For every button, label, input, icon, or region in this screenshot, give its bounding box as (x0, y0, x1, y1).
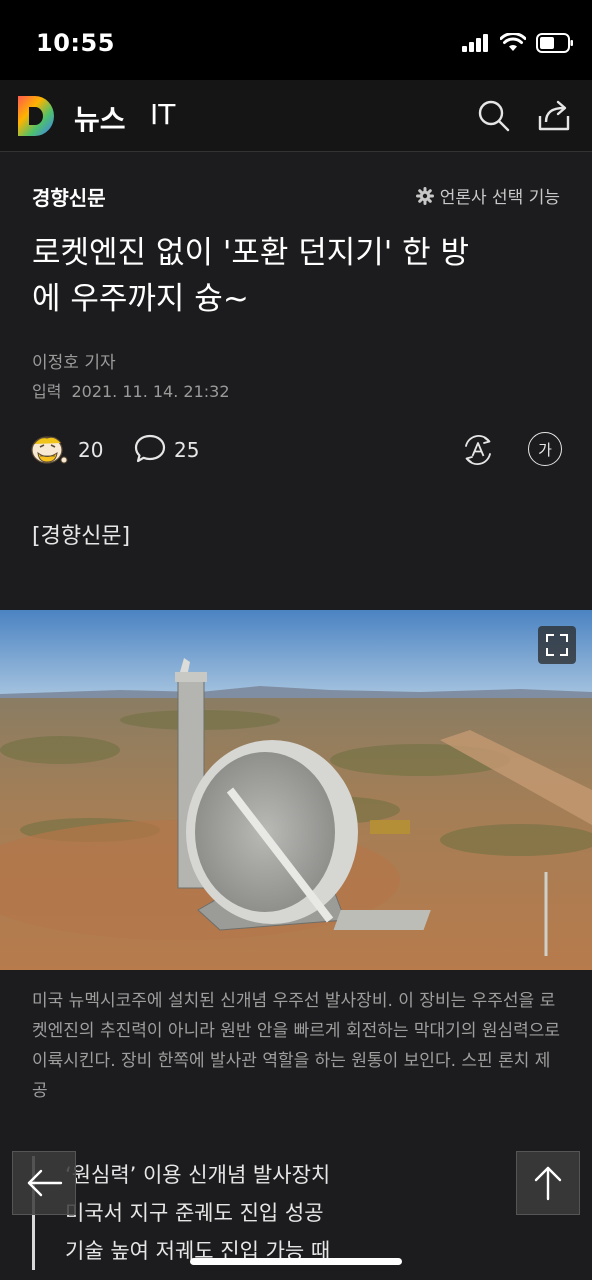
battery-icon (536, 33, 573, 53)
press-select-label: 언론사 선택 기능 (439, 188, 560, 208)
photo-caption: 미국 뉴멕시코주에 설치된 신개념 우주선 발사장비. 이 장비는 우주선을 로… (32, 991, 561, 1101)
scroll-top-button[interactable] (516, 1151, 580, 1215)
reaction-icon[interactable] (30, 432, 68, 468)
headline-line-2: 에 우주까지 슝~ (32, 281, 249, 317)
article-photo[interactable] (0, 610, 592, 970)
status-time: 10:55 (36, 29, 115, 57)
nav-title[interactable]: 뉴스 (74, 98, 126, 138)
daum-logo[interactable] (18, 96, 56, 136)
share-icon[interactable] (534, 96, 574, 136)
back-arrow-icon (27, 1169, 63, 1197)
press-select-button[interactable]: 언론사 선택 기능 (415, 183, 560, 208)
headline-line-1: 로켓엔진 없이 '포환 던지기' 한 방 (32, 235, 470, 271)
search-icon[interactable] (474, 96, 514, 136)
top-navigation: 뉴스 IT (0, 80, 592, 152)
headline: 로켓엔진 없이 '포환 던지기' 한 방 에 우주까지 슝~ (32, 230, 562, 322)
comment-count[interactable]: 25 (174, 438, 199, 462)
back-button[interactable] (12, 1151, 76, 1215)
expand-image-button[interactable] (538, 626, 576, 664)
home-indicator[interactable] (190, 1258, 402, 1265)
signal-icon (462, 34, 488, 52)
status-icons (462, 32, 574, 54)
status-bar: 10:55 (0, 0, 592, 80)
reporter[interactable]: 이정호 기자 (32, 348, 116, 373)
expand-icon (546, 634, 568, 656)
article-summary: ‘원심력’ 이용 신개념 발사장치 미국서 지구 준궤도 진입 성공 기술 높여… (32, 1156, 532, 1270)
article-header: 경향신문 언론사 선택 기능 로켓엔진 없이 '포환 던지기' 한 방 에 우주… (0, 152, 592, 610)
nav-section[interactable]: IT (150, 98, 175, 131)
gear-icon (415, 186, 434, 205)
date-label: 입력 (32, 382, 62, 401)
wifi-icon (500, 33, 526, 51)
up-arrow-icon (534, 1166, 562, 1201)
comment-icon[interactable] (134, 434, 166, 464)
press-name[interactable]: 경향신문 (32, 182, 106, 211)
article-actions: 20 25 가 (0, 430, 592, 470)
font-size-button[interactable]: 가 (528, 432, 562, 466)
tts-icon[interactable] (460, 432, 496, 468)
summary-line: 미국서 지구 준궤도 진입 성공 (65, 1201, 324, 1225)
summary-line: ‘원심력’ 이용 신개념 발사장치 (65, 1163, 331, 1187)
dateline: 입력 2021. 11. 14. 21:32 (32, 378, 230, 402)
source-tag: [경향신문] (32, 524, 131, 549)
publish-date: 2021. 11. 14. 21:32 (71, 382, 230, 401)
reaction-count[interactable]: 20 (78, 438, 103, 462)
